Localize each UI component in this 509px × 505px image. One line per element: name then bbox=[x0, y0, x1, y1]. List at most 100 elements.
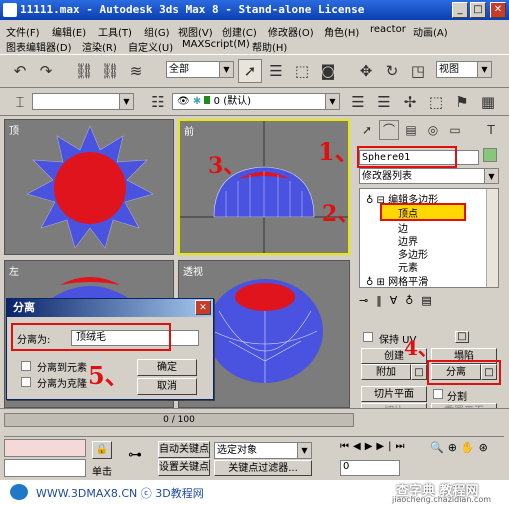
add-to-layer-icon[interactable]: ☰ bbox=[372, 90, 396, 114]
move-icon[interactable]: ✥ bbox=[354, 59, 378, 83]
set-current-layer-icon[interactable]: ⬚ bbox=[424, 90, 448, 114]
menu-animation[interactable]: 动画(A) bbox=[413, 24, 448, 39]
zoom-all-icon[interactable]: ⊕ bbox=[448, 441, 461, 454]
remove-modifier-icon[interactable]: ♁ bbox=[405, 294, 421, 307]
redo-icon[interactable]: ↷ bbox=[34, 59, 58, 83]
slice-plane-button[interactable]: 切片平面 bbox=[361, 386, 427, 402]
set-key-button[interactable]: 设置关键点 bbox=[158, 459, 210, 476]
motion-tab-icon[interactable]: ◎ bbox=[423, 120, 443, 140]
select-layer-icon[interactable]: ✢ bbox=[398, 90, 422, 114]
viewport-top[interactable]: 顶 bbox=[4, 119, 174, 255]
menu-group[interactable]: 组(G) bbox=[144, 24, 170, 39]
prev-frame-icon[interactable]: ◀ bbox=[353, 441, 365, 452]
menu-views[interactable]: 视图(V) bbox=[178, 24, 213, 39]
cancel-button[interactable]: 取消 bbox=[137, 378, 197, 395]
eye-icon: 👁 bbox=[177, 96, 190, 107]
arc-rotate-icon[interactable]: ⊛ bbox=[479, 441, 492, 454]
lock-selection-icon[interactable]: 🔒 bbox=[92, 441, 112, 459]
key-filters-button[interactable]: 关键点过滤器... bbox=[214, 460, 312, 476]
create-layer-icon[interactable]: ☰ bbox=[346, 90, 370, 114]
maximize-button[interactable]: □ bbox=[470, 2, 486, 18]
pin-stack-icon[interactable]: ⊸ bbox=[359, 294, 376, 307]
menu-rendering[interactable]: 渲染(R) bbox=[82, 39, 117, 54]
menu-file[interactable]: 文件(F) bbox=[6, 24, 40, 39]
track-bar[interactable] bbox=[4, 429, 504, 437]
go-to-end-icon[interactable]: ⏭ bbox=[395, 441, 408, 452]
chevron-down-icon: ▼ bbox=[325, 94, 339, 109]
key-selection-dropdown[interactable]: 选定对象 ▼ bbox=[214, 442, 312, 459]
pan-icon[interactable]: ✋ bbox=[461, 441, 479, 454]
region-select-icon[interactable]: ⬚ bbox=[290, 59, 314, 83]
annotation-2: 2、 bbox=[322, 201, 360, 227]
layer-dropdown[interactable]: 👁 ✱ 0 (默认) ▼ bbox=[172, 93, 340, 110]
menu-modifiers[interactable]: 修改器(O) bbox=[268, 24, 314, 39]
modifier-list-dropdown[interactable]: 修改器列表 ▼ bbox=[359, 168, 499, 184]
dialog-close-button[interactable]: ✕ bbox=[195, 300, 211, 315]
undo-icon[interactable]: ↶ bbox=[8, 59, 32, 83]
annotation-box-4 bbox=[427, 360, 501, 385]
current-frame-field[interactable]: 0 bbox=[340, 460, 400, 476]
attach-settings-button[interactable]: □ bbox=[411, 364, 427, 380]
make-unique-icon[interactable]: ∀ bbox=[390, 294, 406, 307]
play-icon[interactable]: ▶ bbox=[365, 441, 377, 452]
object-color-swatch[interactable] bbox=[483, 148, 497, 162]
hierarchy-tab-icon[interactable]: ▤ bbox=[401, 120, 421, 140]
scale-icon[interactable]: ◳ bbox=[406, 59, 430, 83]
stack-item-element[interactable]: 元素 bbox=[398, 259, 418, 274]
menu-reactor[interactable]: reactor bbox=[370, 24, 406, 35]
app-icon bbox=[3, 3, 17, 17]
annotation-box-1 bbox=[357, 146, 457, 168]
menu-maxscript[interactable]: MAXScript(M) bbox=[182, 39, 250, 50]
ok-button[interactable]: 确定 bbox=[137, 359, 197, 376]
bind-space-warp-icon[interactable]: ≋ bbox=[124, 59, 148, 83]
attach-button[interactable]: 附加 bbox=[361, 364, 411, 380]
layer-manager-icon[interactable]: ☷ bbox=[146, 90, 170, 114]
maxscript-listener[interactable] bbox=[4, 439, 86, 457]
close-button[interactable]: ✕ bbox=[490, 2, 506, 18]
named-selection-field[interactable]: ▼ bbox=[32, 93, 134, 110]
title-bar: 11111.max - Autodesk 3ds Max 8 - Stand-a… bbox=[0, 0, 509, 20]
show-end-result-icon[interactable]: ‖ bbox=[376, 294, 390, 307]
unlink-icon[interactable]: ⛓ bbox=[98, 59, 122, 83]
layer-color-swatch bbox=[204, 96, 211, 104]
menu-tools[interactable]: 工具(T) bbox=[98, 24, 132, 39]
auto-key-button[interactable]: 自动关键点 bbox=[158, 441, 210, 458]
curve-editor-icon[interactable]: ▦ bbox=[476, 90, 500, 114]
go-to-start-icon[interactable]: ⏮ bbox=[340, 441, 353, 452]
named-selection-icon[interactable]: ⌶ bbox=[8, 90, 32, 114]
select-by-name-icon[interactable]: ☰ bbox=[264, 59, 288, 83]
detach-as-clone-checkbox[interactable] bbox=[21, 377, 31, 387]
create-tab-icon[interactable]: ➚ bbox=[357, 120, 377, 140]
menu-character[interactable]: 角色(H) bbox=[324, 24, 359, 39]
next-frame-icon[interactable]: ▶| bbox=[376, 441, 395, 452]
zoom-icon[interactable]: 🔍 bbox=[430, 441, 448, 454]
rotate-icon[interactable]: ↻ bbox=[380, 59, 404, 83]
configure-icon[interactable]: ▤ bbox=[421, 294, 439, 307]
ref-coord-dropdown[interactable]: 视图 ▼ bbox=[436, 61, 492, 78]
prompt-line bbox=[4, 459, 86, 477]
chevron-down-icon: ▼ bbox=[219, 62, 233, 77]
split-checkbox[interactable] bbox=[433, 389, 443, 399]
stack-item-meshsmooth[interactable]: ♁ ⊞ 网格平滑 bbox=[366, 273, 428, 288]
keep-uv-checkbox[interactable] bbox=[363, 332, 373, 342]
menu-customize[interactable]: 自定义(U) bbox=[128, 39, 173, 54]
window-crossing-icon[interactable]: ◙ bbox=[316, 59, 340, 83]
menu-graph-editors[interactable]: 图表编辑器(D) bbox=[6, 39, 72, 54]
display-tab-icon[interactable]: ▭ bbox=[445, 120, 465, 140]
select-link-icon[interactable]: ⛓ bbox=[72, 59, 96, 83]
modify-tab-icon[interactable]: ⌒ bbox=[379, 120, 399, 140]
utilities-tab-icon[interactable]: T bbox=[481, 120, 501, 140]
minimize-button[interactable]: _ bbox=[452, 2, 468, 18]
time-slider[interactable]: 0 / 100 bbox=[4, 413, 354, 427]
layer-properties-icon[interactable]: ⚑ bbox=[450, 90, 474, 114]
selection-filter-dropdown[interactable]: 全部 ▼ bbox=[166, 61, 234, 78]
stack-scrollbar[interactable] bbox=[486, 189, 498, 287]
menu-help[interactable]: 帮助(H) bbox=[252, 39, 287, 54]
detach-to-element-checkbox[interactable] bbox=[21, 361, 31, 371]
select-object-icon[interactable]: ➚ bbox=[238, 59, 262, 83]
detach-as-clone-label: 分离为克隆 bbox=[37, 379, 87, 390]
key-icon[interactable]: ⊶ bbox=[128, 447, 142, 463]
menu-create[interactable]: 创建(C) bbox=[222, 24, 257, 39]
menu-edit[interactable]: 编辑(E) bbox=[52, 24, 86, 39]
keep-uv-settings-button[interactable]: □ bbox=[455, 331, 469, 343]
